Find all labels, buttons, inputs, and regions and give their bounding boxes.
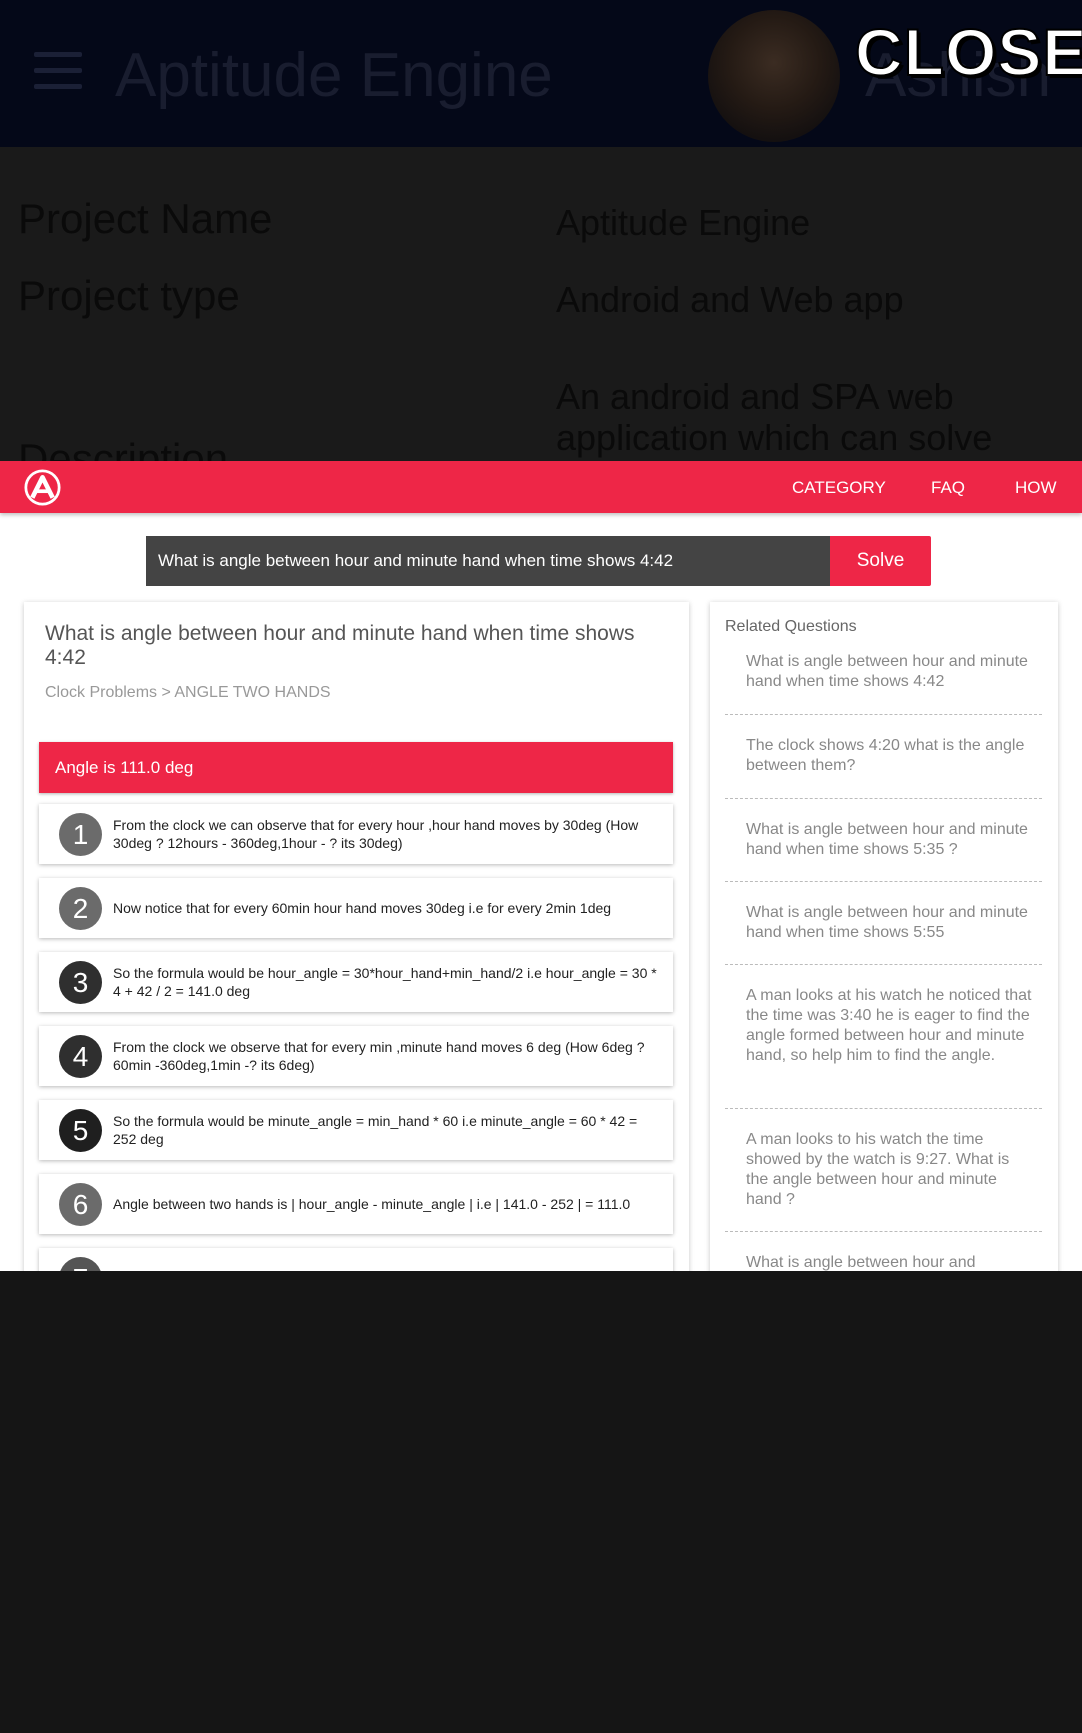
close-button[interactable]: CLOSE bbox=[854, 14, 1082, 90]
solution-step: 1 From the clock we can observe that for… bbox=[39, 804, 673, 864]
related-question-link[interactable]: A man looks at his watch he noticed that… bbox=[725, 965, 1042, 1109]
nav-category[interactable]: CATEGORY bbox=[792, 478, 886, 498]
step-text: From the clock we can observe that for e… bbox=[113, 817, 639, 851]
related-question-link[interactable]: What is angle between hour and minute ha… bbox=[725, 652, 1042, 715]
project-name-value: Aptitude Engine bbox=[556, 202, 811, 243]
answer-banner: Angle is 111.0 deg bbox=[39, 742, 673, 793]
solution-step: 3 So the formula would be hour_angle = 3… bbox=[39, 952, 673, 1012]
step-text: So the formula would be hour_angle = 30*… bbox=[113, 965, 657, 999]
related-questions-card: Related Questions What is angle between … bbox=[710, 602, 1058, 1271]
nav-how[interactable]: HOW bbox=[1015, 478, 1057, 498]
related-question-link[interactable]: What is angle between hour and minute ha… bbox=[725, 799, 1042, 882]
step-text bbox=[113, 1248, 658, 1271]
project-type-label: Project type bbox=[18, 272, 240, 319]
solution-step: 7 bbox=[39, 1248, 673, 1271]
logo-icon[interactable] bbox=[24, 469, 61, 506]
question-search-input[interactable] bbox=[146, 536, 830, 586]
avatar bbox=[708, 10, 840, 142]
solution-step: 6 Angle between two hands is | hour_angl… bbox=[39, 1174, 673, 1234]
menu-icon bbox=[34, 52, 82, 89]
step-text: So the formula would be minute_angle = m… bbox=[113, 1113, 638, 1147]
step-number: 4 bbox=[59, 1035, 102, 1078]
step-number: 7 bbox=[59, 1257, 102, 1271]
step-number: 5 bbox=[59, 1109, 102, 1152]
description-value-line1: An android and SPA web bbox=[556, 376, 954, 417]
step-text: Angle between two hands is | hour_angle … bbox=[113, 1196, 631, 1212]
related-question-link[interactable]: The clock shows 4:20 what is the angle b… bbox=[725, 715, 1042, 799]
step-text: Now notice that for every 60min hour han… bbox=[113, 900, 612, 916]
description-value-line2: application which can solve bbox=[556, 417, 993, 458]
background-project-details: Project Name Aptitude Engine Project typ… bbox=[0, 147, 1082, 461]
background-page-title: Aptitude Engine bbox=[115, 41, 553, 110]
project-name-label: Project Name bbox=[18, 195, 273, 242]
project-type-value: Android and Web app bbox=[556, 279, 904, 320]
description-label: Description bbox=[18, 435, 229, 461]
related-question-link[interactable]: A man looks to his watch the time showed… bbox=[725, 1109, 1042, 1232]
breadcrumb: Clock Problems > ANGLE TWO HANDS bbox=[45, 684, 331, 701]
nav-faq[interactable]: FAQ bbox=[931, 478, 965, 498]
navbar: CATEGORY FAQ HOW bbox=[0, 461, 1082, 513]
step-number: 6 bbox=[59, 1183, 102, 1226]
solution-step: 5 So the formula would be minute_angle =… bbox=[39, 1100, 673, 1160]
solution-step: 4 From the clock we observe that for eve… bbox=[39, 1026, 673, 1086]
solution-step: 2 Now notice that for every 60min hour h… bbox=[39, 878, 673, 938]
solve-button[interactable]: Solve bbox=[830, 536, 931, 586]
solution-card: What is angle between hour and minute ha… bbox=[24, 602, 689, 1271]
related-question-link[interactable]: What is angle between hour and minute ha… bbox=[725, 882, 1042, 965]
step-number: 3 bbox=[59, 961, 102, 1004]
step-number: 1 bbox=[59, 813, 102, 856]
app-preview: CATEGORY FAQ HOW Solve What is angle bet… bbox=[0, 461, 1082, 1271]
related-questions-title: Related Questions bbox=[725, 618, 857, 635]
question-title: What is angle between hour and minute ha… bbox=[45, 622, 635, 669]
related-question-link[interactable]: What is angle between hour and bbox=[725, 1232, 1042, 1271]
step-text: From the clock we observe that for every… bbox=[113, 1039, 645, 1073]
step-number: 2 bbox=[59, 887, 102, 930]
